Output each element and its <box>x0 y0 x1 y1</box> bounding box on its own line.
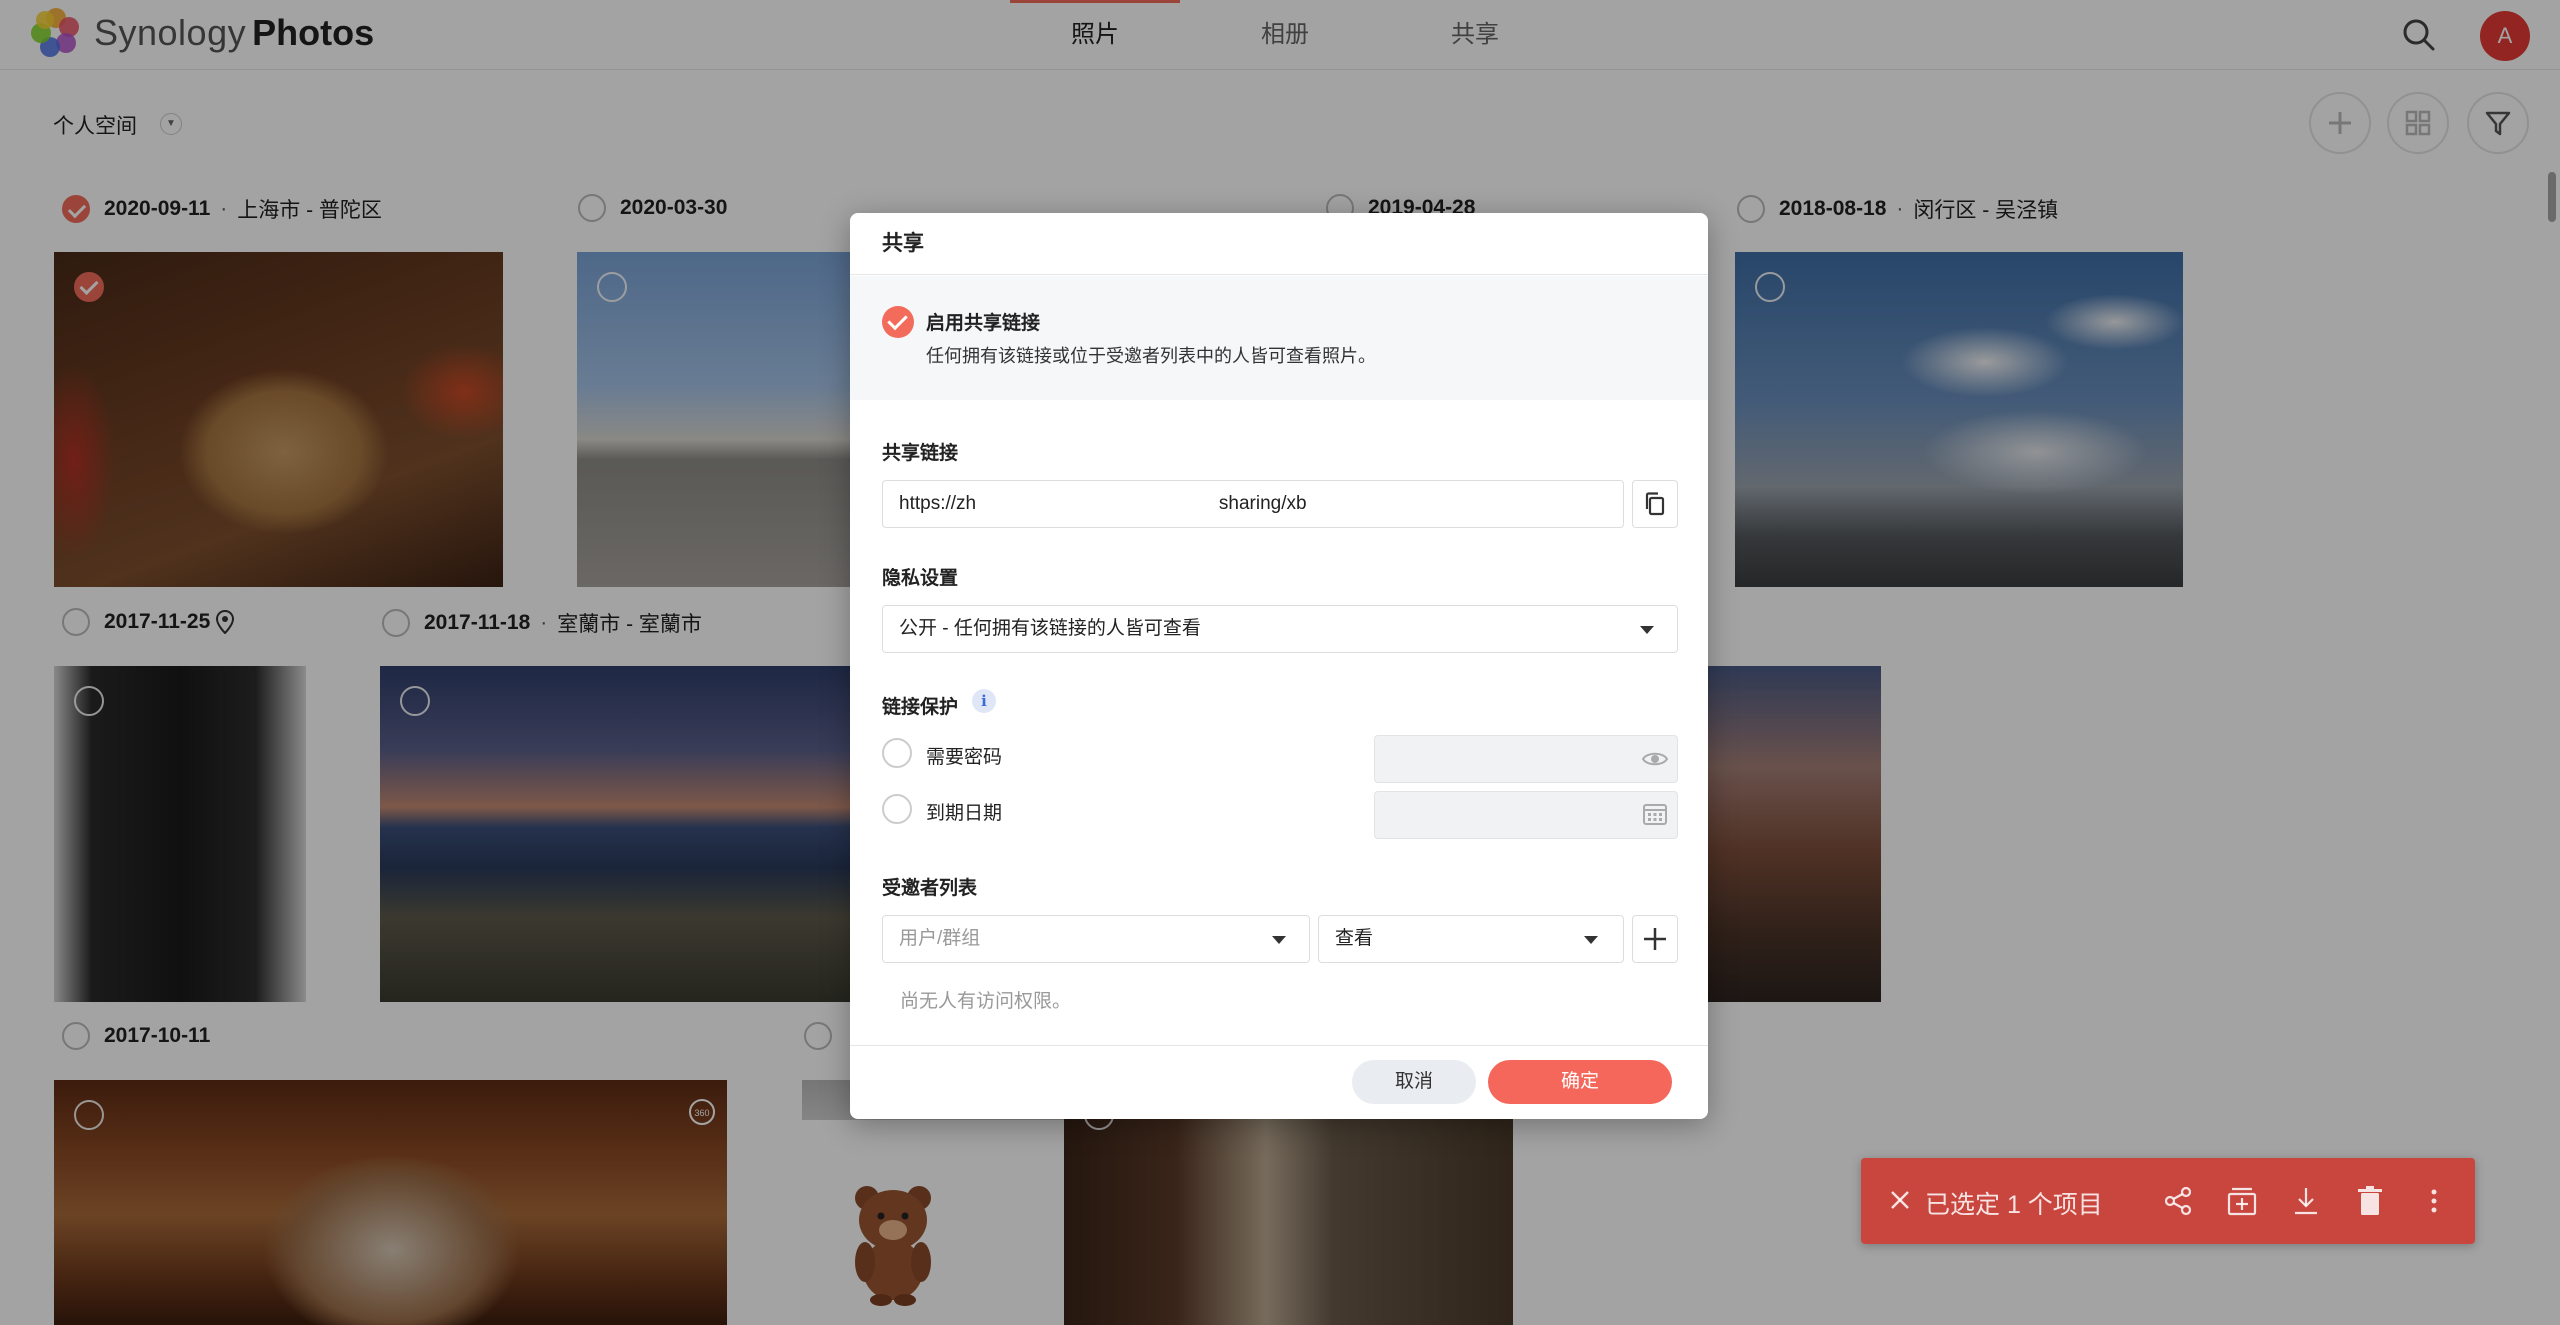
add-invitee-button[interactable] <box>1632 915 1678 963</box>
permission-select[interactable]: 查看 <box>1318 915 1624 963</box>
dialog-title: 共享 <box>850 213 1708 275</box>
password-input[interactable] <box>1374 735 1678 783</box>
info-icon[interactable]: i <box>972 689 996 713</box>
dialog-footer: 取消 确定 <box>850 1045 1708 1119</box>
privacy-select-value: 公开 - 任何拥有该链接的人皆可查看 <box>899 618 1201 639</box>
calendar-icon[interactable] <box>1642 801 1668 827</box>
permission-select-value: 查看 <box>1335 928 1374 949</box>
more-icon[interactable] <box>2417 1184 2451 1218</box>
enable-share-description: 任何拥有该链接或位于受邀者列表中的人皆可查看照片。 <box>926 346 1376 366</box>
expiry-date-label: 到期日期 <box>926 803 1003 824</box>
chevron-down-icon <box>1272 936 1286 944</box>
expiry-date-input[interactable] <box>1374 791 1678 839</box>
no-access-text: 尚无人有访问权限。 <box>900 991 1072 1012</box>
add-to-album-icon[interactable] <box>2225 1184 2259 1218</box>
selection-count: 已选定 1 个项目 <box>1925 1191 2103 1219</box>
enable-share-section <box>850 276 1708 400</box>
invitee-list-label: 受邀者列表 <box>882 878 978 899</box>
confirm-button[interactable]: 确定 <box>1488 1060 1672 1104</box>
user-group-placeholder: 用户/群组 <box>899 928 981 949</box>
privacy-settings-label: 隐私设置 <box>882 568 959 589</box>
chevron-down-icon <box>1584 936 1598 944</box>
plus-icon <box>1644 928 1666 950</box>
download-icon[interactable] <box>2289 1184 2323 1218</box>
copy-link-button[interactable] <box>1632 480 1678 528</box>
close-icon[interactable] <box>1885 1185 1915 1215</box>
share-dialog: 共享 启用共享链接 任何拥有该链接或位于受邀者列表中的人皆可查看照片。 共享链接… <box>850 213 1708 1119</box>
selection-action-bar: 已选定 1 个项目 <box>1861 1158 2475 1244</box>
expiry-date-checkbox[interactable] <box>882 794 912 824</box>
enable-share-checkbox[interactable] <box>882 306 914 338</box>
share-link-label: 共享链接 <box>882 443 959 464</box>
eye-icon[interactable] <box>1642 750 1668 768</box>
share-icon[interactable] <box>2161 1184 2195 1218</box>
enable-share-title: 启用共享链接 <box>926 313 1041 334</box>
chevron-down-icon <box>1640 626 1654 634</box>
require-password-checkbox[interactable] <box>882 738 912 768</box>
cancel-button[interactable]: 取消 <box>1352 1060 1476 1104</box>
require-password-label: 需要密码 <box>926 747 1003 768</box>
share-link-field[interactable]: https://zh sharing/xb <box>882 480 1624 528</box>
user-group-select[interactable]: 用户/群组 <box>882 915 1310 963</box>
privacy-select[interactable]: 公开 - 任何拥有该链接的人皆可查看 <box>882 605 1678 653</box>
link-protection-label: 链接保护 <box>882 697 959 718</box>
delete-icon[interactable] <box>2353 1184 2387 1218</box>
copy-icon <box>1645 492 1665 516</box>
